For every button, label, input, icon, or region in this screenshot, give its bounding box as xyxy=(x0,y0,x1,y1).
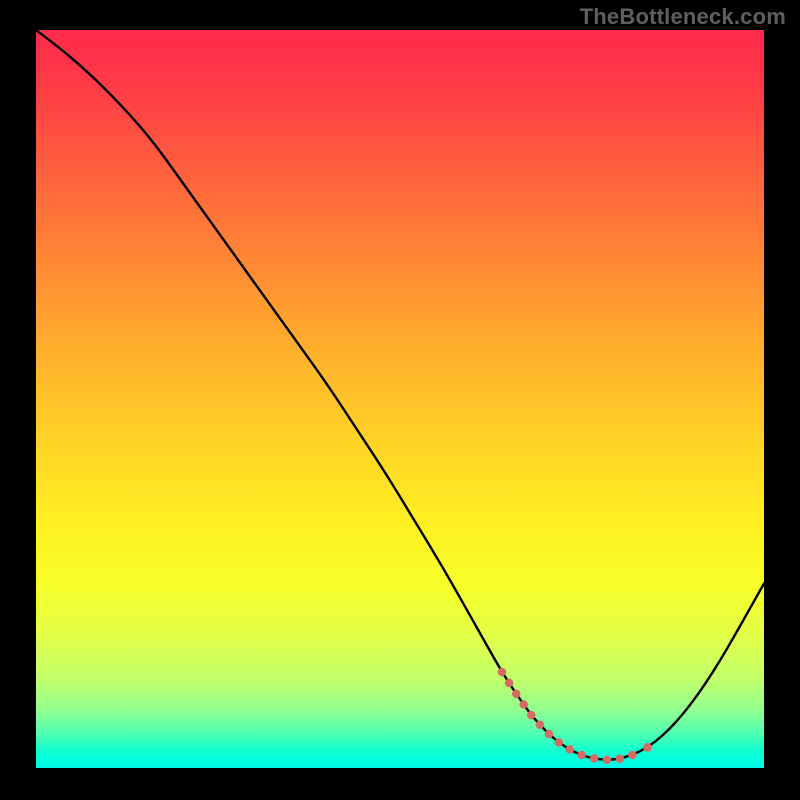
watermark-text: TheBottleneck.com xyxy=(580,4,786,30)
bottleneck-curve xyxy=(36,30,764,760)
chart-frame: TheBottleneck.com xyxy=(0,0,800,800)
curve-svg xyxy=(36,30,764,768)
chart-area xyxy=(36,30,764,768)
highlight-dot-separate xyxy=(643,743,652,752)
highlight-dots xyxy=(502,672,633,760)
